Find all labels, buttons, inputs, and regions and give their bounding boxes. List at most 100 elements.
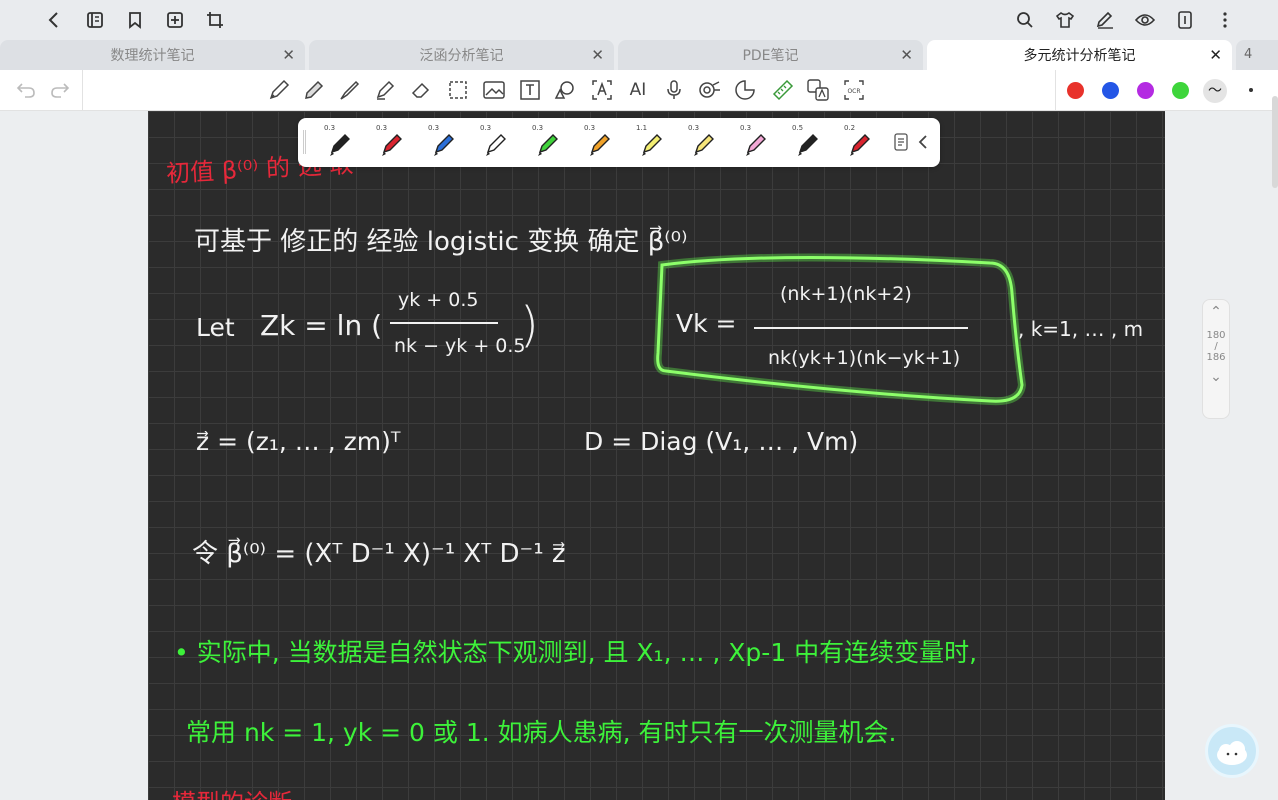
microphone-icon[interactable] bbox=[662, 78, 686, 102]
pen-size-label: 0.3 bbox=[584, 124, 596, 132]
fraction-bar bbox=[390, 322, 498, 324]
pen-icon bbox=[694, 134, 714, 156]
color-swatch-red[interactable] bbox=[1067, 82, 1084, 99]
drawing-toolbar: AI OCR ～ bbox=[0, 70, 1278, 111]
lasso-select-icon[interactable] bbox=[446, 78, 470, 102]
pen-icon bbox=[486, 134, 506, 156]
crop-icon[interactable] bbox=[203, 8, 227, 32]
zk-denominator: nk − yk + 0.5 bbox=[394, 335, 526, 357]
zk-lhs: Zk = ln ( bbox=[260, 309, 383, 342]
pen-preset[interactable]: 0.3 bbox=[466, 118, 516, 167]
pen-preset[interactable]: 0.3 bbox=[310, 118, 360, 167]
stroke-style-button[interactable]: ～ bbox=[1203, 79, 1227, 103]
pen-size-label: 0.3 bbox=[480, 124, 492, 132]
pen-size-label: 1.1 bbox=[636, 124, 648, 132]
scrollbar[interactable] bbox=[1272, 96, 1278, 188]
tab-strip: 数理统计笔记 ✕ 泛函分析笔记 ✕ PDE笔记 ✕ 多元统计分析笔记 ✕ 4 bbox=[0, 40, 1278, 70]
pen-tray: 0.3 0.3 0.3 0.3 0.3 0.3 1.1 0.3 0.3 0.5 0.2 bbox=[298, 118, 940, 167]
add-page-icon[interactable] bbox=[163, 8, 187, 32]
text-recognition-icon[interactable] bbox=[590, 78, 614, 102]
page-navigator[interactable]: ⌃ 180 / 186 ⌄ bbox=[1202, 299, 1230, 419]
notebook-icon[interactable] bbox=[83, 8, 107, 32]
pencil-icon[interactable] bbox=[302, 78, 326, 102]
eraser-icon[interactable] bbox=[409, 78, 433, 102]
pen-size-label: 0.5 bbox=[792, 124, 804, 132]
tab-label: 泛函分析笔记 bbox=[419, 48, 504, 64]
back-icon[interactable] bbox=[42, 8, 66, 32]
d-matrix-def: D = Diag (V₁, … , Vm) bbox=[584, 427, 859, 456]
ocr-icon[interactable]: OCR bbox=[842, 78, 866, 102]
search-icon[interactable] bbox=[1013, 8, 1037, 32]
translate-icon[interactable] bbox=[806, 78, 830, 102]
pen-list-icon[interactable] bbox=[894, 133, 908, 155]
close-icon[interactable]: ✕ bbox=[282, 46, 295, 64]
tab-pde[interactable]: PDE笔记 ✕ bbox=[618, 40, 923, 70]
collapse-chevron-icon[interactable] bbox=[918, 134, 928, 154]
pen-preset[interactable]: 0.3 bbox=[570, 118, 620, 167]
pen-preset[interactable]: 0.3 bbox=[726, 118, 776, 167]
toolbar-more-icon[interactable] bbox=[1249, 88, 1253, 92]
tab-functional-analysis[interactable]: 泛函分析笔记 ✕ bbox=[309, 40, 614, 70]
brush-pen-icon[interactable] bbox=[338, 78, 362, 102]
fraction-bar bbox=[754, 327, 968, 329]
eye-view-icon[interactable] bbox=[1133, 8, 1157, 32]
pen-icon bbox=[642, 134, 662, 156]
tab-multivariate-stats[interactable]: 多元统计分析笔记 ✕ bbox=[927, 40, 1232, 70]
tab-label: 数理统计笔记 bbox=[110, 48, 195, 64]
close-icon[interactable]: ✕ bbox=[900, 46, 913, 64]
split-view-icon[interactable] bbox=[1173, 8, 1197, 32]
tab-label: 多元统计分析笔记 bbox=[1023, 48, 1136, 64]
color-swatch-blue[interactable] bbox=[1102, 82, 1119, 99]
pen-icon bbox=[590, 134, 610, 156]
highlighter-icon[interactable] bbox=[373, 78, 397, 102]
sticker-icon[interactable] bbox=[733, 78, 757, 102]
color-swatch-green[interactable] bbox=[1172, 82, 1189, 99]
pen-size-label: 0.3 bbox=[688, 124, 700, 132]
pen-icon bbox=[538, 134, 558, 156]
fountain-pen-icon[interactable] bbox=[267, 78, 291, 102]
assistant-mascot-icon[interactable] bbox=[1205, 724, 1259, 778]
zk-numerator: yk + 0.5 bbox=[398, 289, 479, 311]
color-swatch-purple[interactable] bbox=[1137, 82, 1154, 99]
pen-preset[interactable]: 0.3 bbox=[362, 118, 412, 167]
pen-size-label: 0.2 bbox=[844, 124, 856, 132]
vk-denominator: nk(yk+1)(nk−yk+1) bbox=[768, 347, 961, 369]
drag-handle[interactable] bbox=[303, 130, 306, 154]
k-range: , k=1, … , m bbox=[1018, 317, 1144, 341]
pen-preset[interactable]: 0.2 bbox=[830, 118, 880, 167]
chevron-up-icon[interactable]: ⌃ bbox=[1203, 304, 1229, 320]
close-icon[interactable]: ✕ bbox=[1209, 46, 1222, 64]
tab-label: PDE笔记 bbox=[742, 48, 799, 64]
pen-size-label: 0.3 bbox=[740, 124, 752, 132]
divider bbox=[1055, 70, 1056, 111]
shape-icon[interactable] bbox=[553, 78, 577, 102]
pen-preset[interactable]: 0.3 bbox=[518, 118, 568, 167]
tab-math-stats[interactable]: 数理统计笔记 ✕ bbox=[0, 40, 305, 70]
pen-preset[interactable]: 0.3 bbox=[674, 118, 724, 167]
pen-settings-icon[interactable] bbox=[1093, 8, 1117, 32]
image-icon[interactable] bbox=[482, 78, 506, 102]
z-vector-def: z⃗ = (z₁, … , zm)ᵀ bbox=[196, 427, 401, 456]
shirt-theme-icon[interactable] bbox=[1053, 8, 1077, 32]
page-separator: / bbox=[1214, 341, 1218, 352]
pen-preset[interactable]: 0.3 bbox=[414, 118, 464, 167]
close-icon[interactable]: ✕ bbox=[591, 46, 604, 64]
pen-preset[interactable]: 0.5 bbox=[778, 118, 828, 167]
undo-icon[interactable] bbox=[14, 78, 38, 102]
bookmark-icon[interactable] bbox=[123, 8, 147, 32]
note-line-1: 可基于 修正的 经验 logistic 变换 确定 β⃗⁽⁰⁾ bbox=[194, 227, 688, 257]
app-top-bar bbox=[0, 0, 1278, 40]
text-box-icon[interactable] bbox=[518, 78, 542, 102]
pen-preset[interactable]: 1.1 bbox=[622, 118, 672, 167]
ai-icon[interactable]: AI bbox=[626, 78, 650, 102]
note-page[interactable]: 初值 β⁽⁰⁾ 的 选 取 可基于 修正的 经验 logistic 变换 确定 … bbox=[148, 111, 1165, 800]
more-vertical-icon[interactable] bbox=[1213, 8, 1237, 32]
pen-icon bbox=[850, 134, 870, 156]
chevron-down-icon[interactable]: ⌄ bbox=[1203, 369, 1229, 385]
tab-overflow-count[interactable]: 4 bbox=[1236, 40, 1278, 70]
tape-ruler-icon[interactable] bbox=[771, 78, 795, 102]
redo-icon[interactable] bbox=[48, 78, 72, 102]
laser-pointer-icon[interactable] bbox=[697, 78, 721, 102]
total-pages: 186 bbox=[1206, 352, 1226, 363]
pen-size-label: 0.3 bbox=[324, 124, 336, 132]
